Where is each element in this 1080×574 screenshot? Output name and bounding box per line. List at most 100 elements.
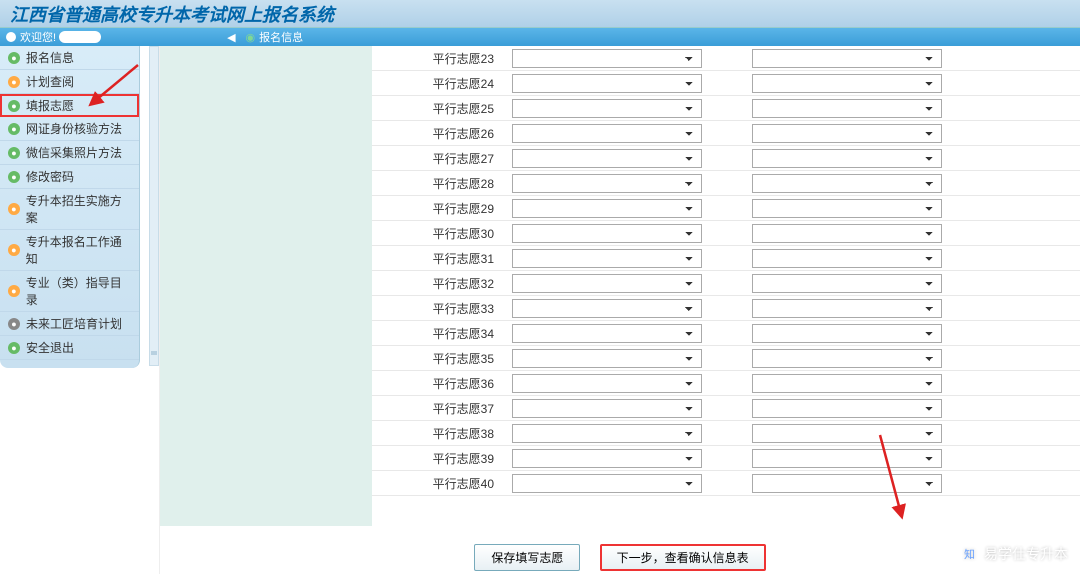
row-label: 平行志愿40 bbox=[372, 475, 512, 492]
sidebar-item-label: 专升本招生实施方案 bbox=[26, 192, 131, 226]
volunteer-select-32-2[interactable] bbox=[752, 274, 942, 293]
sidebar-item-5[interactable]: ● 修改密码 bbox=[0, 165, 139, 189]
sidebar-item-label: 安全退出 bbox=[26, 339, 74, 356]
volunteer-row-36: 平行志愿36 bbox=[372, 371, 1080, 396]
volunteer-select-30-2[interactable] bbox=[752, 224, 942, 243]
volunteer-select-39-1[interactable] bbox=[512, 449, 702, 468]
sidebar-item-8[interactable]: ●专业（类）指导目录 bbox=[0, 271, 139, 312]
sidebar-item-4[interactable]: ●微信采集照片方法 bbox=[0, 141, 139, 165]
row-inputs bbox=[512, 449, 1080, 468]
sidebar-item-label: 报名信息 bbox=[26, 49, 74, 66]
volunteer-select-29-1[interactable] bbox=[512, 199, 702, 218]
volunteer-select-26-1[interactable] bbox=[512, 124, 702, 143]
welcome-text: 欢迎您! bbox=[20, 29, 56, 45]
volunteer-row-37: 平行志愿37 bbox=[372, 396, 1080, 421]
row-label: 平行志愿39 bbox=[372, 450, 512, 467]
sidebar-item-label: 专业（类）指导目录 bbox=[26, 274, 131, 308]
volunteer-select-40-2[interactable] bbox=[752, 474, 942, 493]
volunteer-select-23-1[interactable] bbox=[512, 49, 702, 68]
volunteer-select-34-1[interactable] bbox=[512, 324, 702, 343]
volunteer-select-25-2[interactable] bbox=[752, 99, 942, 118]
volunteer-select-37-1[interactable] bbox=[512, 399, 702, 418]
app-header: 江西省普通高校专升本考试网上报名系统 bbox=[0, 0, 1080, 28]
volunteer-select-28-1[interactable] bbox=[512, 174, 702, 193]
sidebar-item-2[interactable]: ●填报志愿 bbox=[0, 94, 139, 117]
save-button[interactable]: 保存填写志愿 bbox=[474, 544, 580, 571]
row-label: 平行志愿33 bbox=[372, 300, 512, 317]
sidebar-item-0[interactable]: ●报名信息 bbox=[0, 46, 139, 70]
volunteer-select-29-2[interactable] bbox=[752, 199, 942, 218]
volunteer-select-36-2[interactable] bbox=[752, 374, 942, 393]
volunteer-select-24-2[interactable] bbox=[752, 74, 942, 93]
volunteer-select-36-1[interactable] bbox=[512, 374, 702, 393]
row-label: 平行志愿28 bbox=[372, 175, 512, 192]
volunteer-select-28-2[interactable] bbox=[752, 174, 942, 193]
username-redacted bbox=[59, 31, 101, 43]
volunteer-row-26: 平行志愿26 bbox=[372, 121, 1080, 146]
volunteer-select-39-2[interactable] bbox=[752, 449, 942, 468]
bullet-icon: ● bbox=[8, 244, 20, 256]
volunteer-select-27-2[interactable] bbox=[752, 149, 942, 168]
volunteer-select-37-2[interactable] bbox=[752, 399, 942, 418]
volunteer-select-26-2[interactable] bbox=[752, 124, 942, 143]
volunteer-select-33-1[interactable] bbox=[512, 299, 702, 318]
bullet-icon: ● bbox=[8, 203, 20, 215]
volunteer-row-27: 平行志愿27 bbox=[372, 146, 1080, 171]
volunteer-row-31: 平行志愿31 bbox=[372, 246, 1080, 271]
sidebar-item-10[interactable]: ●安全退出 bbox=[0, 336, 139, 360]
welcome-section: 欢迎您! bbox=[0, 29, 107, 45]
collapse-icon[interactable]: ◀ bbox=[227, 31, 235, 44]
bullet-icon: ● bbox=[8, 123, 20, 135]
volunteer-row-34: 平行志愿34 bbox=[372, 321, 1080, 346]
volunteer-select-35-1[interactable] bbox=[512, 349, 702, 368]
volunteer-select-32-1[interactable] bbox=[512, 274, 702, 293]
volunteer-select-35-2[interactable] bbox=[752, 349, 942, 368]
sidebar-item-1[interactable]: ●计划查阅 bbox=[0, 70, 139, 94]
row-label: 平行志愿38 bbox=[372, 425, 512, 442]
volunteer-row-24: 平行志愿24 bbox=[372, 71, 1080, 96]
volunteer-select-38-2[interactable] bbox=[752, 424, 942, 443]
row-label: 平行志愿29 bbox=[372, 200, 512, 217]
row-inputs bbox=[512, 324, 1080, 343]
sidebar: ●报名信息●计划查阅●填报志愿●网证身份核验方法●微信采集照片方法●修改密码●专… bbox=[0, 46, 140, 368]
row-inputs bbox=[512, 374, 1080, 393]
sidebar-item-label: 修改密码 bbox=[26, 168, 74, 185]
volunteer-row-30: 平行志愿30 bbox=[372, 221, 1080, 246]
volunteer-row-23: 平行志愿23 bbox=[372, 46, 1080, 71]
row-inputs bbox=[512, 174, 1080, 193]
row-inputs bbox=[512, 74, 1080, 93]
sidebar-item-7[interactable]: ●专升本报名工作通知 bbox=[0, 230, 139, 271]
volunteer-select-40-1[interactable] bbox=[512, 474, 702, 493]
main-content: 平行志愿23平行志愿24平行志愿25平行志愿26平行志愿27平行志愿28平行志愿… bbox=[160, 46, 1080, 574]
volunteer-select-30-1[interactable] bbox=[512, 224, 702, 243]
bullet-icon: ● bbox=[8, 171, 20, 183]
volunteer-row-40: 平行志愿40 bbox=[372, 471, 1080, 496]
sidebar-scrollbar[interactable] bbox=[149, 46, 159, 366]
row-inputs bbox=[512, 149, 1080, 168]
sidebar-item-3[interactable]: ●网证身份核验方法 bbox=[0, 117, 139, 141]
volunteer-select-31-2[interactable] bbox=[752, 249, 942, 268]
bullet-icon: ● bbox=[8, 100, 20, 112]
bullet-icon: ● bbox=[8, 147, 20, 159]
row-inputs bbox=[512, 299, 1080, 318]
row-inputs bbox=[512, 224, 1080, 243]
bullet-icon: ● bbox=[8, 318, 20, 330]
volunteer-select-25-1[interactable] bbox=[512, 99, 702, 118]
volunteer-select-34-2[interactable] bbox=[752, 324, 942, 343]
row-inputs bbox=[512, 424, 1080, 443]
sidebar-item-6[interactable]: ● 专升本招生实施方案 bbox=[0, 189, 139, 230]
volunteer-select-23-2[interactable] bbox=[752, 49, 942, 68]
volunteer-row-38: 平行志愿38 bbox=[372, 421, 1080, 446]
row-label: 平行志愿30 bbox=[372, 225, 512, 242]
sidebar-item-9[interactable]: ●未来工匠培育计划 bbox=[0, 312, 139, 336]
volunteer-select-24-1[interactable] bbox=[512, 74, 702, 93]
volunteer-row-33: 平行志愿33 bbox=[372, 296, 1080, 321]
button-row: 保存填写志愿 下一步，查看确认信息表 bbox=[160, 526, 1080, 574]
volunteer-select-31-1[interactable] bbox=[512, 249, 702, 268]
next-step-button[interactable]: 下一步，查看确认信息表 bbox=[600, 544, 766, 571]
breadcrumb-icon: ◉ bbox=[246, 31, 256, 44]
volunteer-select-33-2[interactable] bbox=[752, 299, 942, 318]
volunteer-select-27-1[interactable] bbox=[512, 149, 702, 168]
volunteer-select-38-1[interactable] bbox=[512, 424, 702, 443]
row-inputs bbox=[512, 49, 1080, 68]
